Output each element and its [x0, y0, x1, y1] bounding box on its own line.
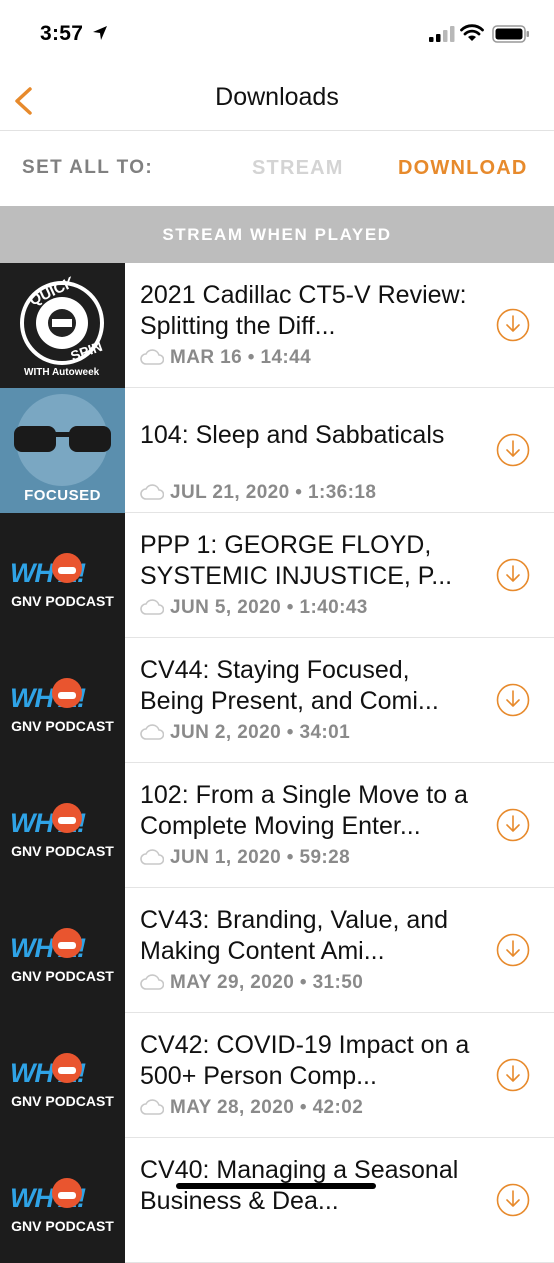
- episode-meta-text: JUN 1, 2020 • 59:28: [170, 847, 351, 868]
- artwork-name-text: FOCUSED: [24, 487, 101, 504]
- wifi-icon: [460, 24, 484, 41]
- artwork-name-text: GNV PODCAST: [11, 968, 114, 984]
- section-header: STREAM WHEN PLAYED: [0, 206, 554, 263]
- episode-meta: JUL 21, 2020 • 1:36:18: [140, 482, 376, 504]
- set-all-bar: SET ALL TO: STREAM DOWNLOAD: [0, 131, 554, 206]
- download-icon[interactable]: [496, 308, 530, 342]
- episode-meta-text: JUN 2, 2020 • 34:01: [170, 722, 351, 743]
- artwork-name-text: GNV PODCAST: [11, 718, 114, 734]
- episode-row[interactable]: WH A! GNV PODCAST CV44: Staying Focused,…: [0, 638, 554, 763]
- location-arrow-icon: [93, 26, 107, 40]
- download-icon[interactable]: [496, 933, 530, 967]
- episode-row[interactable]: WH A! GNV PODCAST CV42: COVID-19 Impact …: [0, 1013, 554, 1138]
- episode-row[interactable]: WH A! GNV PODCAST CV43: Branding, Value,…: [0, 888, 554, 1013]
- episode-title: 104: Sleep and Sabbaticals: [140, 421, 445, 449]
- episode-row[interactable]: WH A! GNV PODCAST CV40: Managing a Seaso…: [0, 1138, 554, 1263]
- download-icon[interactable]: [496, 1058, 530, 1092]
- episode-meta: MAY 29, 2020 • 31:50: [140, 972, 363, 994]
- face-icon: [52, 678, 82, 708]
- episode-row[interactable]: FOCUSED 104: Sleep and Sabbaticals JUL 2…: [0, 388, 554, 513]
- download-icon[interactable]: [496, 683, 530, 717]
- episode-title: CV42: COVID-19 Impact on a 500+ Person C…: [140, 1031, 470, 1090]
- page-title: Downloads: [215, 83, 339, 111]
- episode-row[interactable]: QUICK SPIN WITH Autoweek 2021 Cadillac C…: [0, 263, 554, 388]
- podcast-artwork: WH A! GNV PODCAST: [0, 1013, 125, 1138]
- status-time: 3:57: [40, 22, 84, 45]
- episode-title: 2021 Cadillac CT5-V Review: Splitting th…: [140, 281, 467, 340]
- episode-meta: JUN 5, 2020 • 1:40:43: [140, 597, 368, 619]
- podcast-artwork: WH A! GNV PODCAST: [0, 513, 125, 638]
- episode-title: PPP 1: GEORGE FLOYD, SYSTEMIC INJUSTICE,…: [140, 531, 453, 590]
- face-icon: [52, 803, 82, 833]
- podcast-artwork: FOCUSED: [0, 388, 125, 513]
- cellular-signal-icon: [429, 26, 455, 42]
- download-icon[interactable]: [496, 433, 530, 467]
- episode-title: CV43: Branding, Value, and Making Conten…: [140, 906, 449, 965]
- episode-meta: JUN 2, 2020 • 34:01: [140, 722, 350, 744]
- episode-meta-text: MAR 16 • 14:44: [170, 347, 312, 368]
- episode-meta: MAR 16 • 14:44: [140, 347, 311, 369]
- cloud-icon: [140, 349, 164, 365]
- episode-row[interactable]: WH A! GNV PODCAST 102: From a Single Mov…: [0, 763, 554, 888]
- cloud-icon: [140, 1099, 164, 1115]
- navigation-bar: Downloads: [0, 70, 554, 131]
- podcast-artwork: QUICK SPIN WITH Autoweek: [0, 263, 125, 388]
- episode-title: CV44: Staying Focused, Being Present, an…: [140, 656, 439, 715]
- podcast-artwork: WH A! GNV PODCAST: [0, 763, 125, 888]
- face-icon: [52, 553, 82, 583]
- episode-list: QUICK SPIN WITH Autoweek 2021 Cadillac C…: [0, 263, 554, 1263]
- episode-title: 102: From a Single Move to a Complete Mo…: [140, 781, 468, 840]
- episode-meta: MAY 28, 2020 • 42:02: [140, 1097, 363, 1119]
- cloud-icon: [140, 484, 164, 500]
- face-icon: [52, 1053, 82, 1083]
- stream-option-button[interactable]: STREAM: [252, 157, 344, 180]
- podcast-artwork: WH A! GNV PODCAST: [0, 638, 125, 763]
- home-indicator[interactable]: [176, 1183, 376, 1189]
- episode-meta-text: MAY 28, 2020 • 42:02: [170, 1097, 364, 1118]
- cloud-icon: [140, 599, 164, 615]
- face-icon: [52, 928, 82, 958]
- episode-row[interactable]: WH A! GNV PODCAST PPP 1: GEORGE FLOYD, S…: [0, 513, 554, 638]
- status-bar: 3:57: [0, 0, 554, 70]
- download-icon[interactable]: [496, 558, 530, 592]
- cloud-icon: [140, 974, 164, 990]
- episode-meta-text: MAY 29, 2020 • 31:50: [170, 972, 364, 993]
- download-icon[interactable]: [496, 808, 530, 842]
- artwork-name-text: GNV PODCAST: [11, 1093, 114, 1109]
- download-icon[interactable]: [496, 1183, 530, 1217]
- artwork-name-text: GNV PODCAST: [11, 593, 114, 609]
- artwork-name-text: GNV PODCAST: [11, 1218, 114, 1234]
- podcast-artwork: WH A! GNV PODCAST: [0, 888, 125, 1013]
- face-icon: [52, 1178, 82, 1208]
- episode-meta: JUN 1, 2020 • 59:28: [140, 847, 350, 869]
- download-option-button[interactable]: DOWNLOAD: [398, 157, 528, 180]
- cloud-icon: [140, 724, 164, 740]
- podcast-artwork: WH A! GNV PODCAST: [0, 1138, 125, 1263]
- episode-meta-text: JUN 5, 2020 • 1:40:43: [170, 597, 368, 618]
- artwork-brand-text: WITH Autoweek: [24, 367, 100, 378]
- episode-meta-text: JUL 21, 2020 • 1:36:18: [170, 482, 377, 503]
- cloud-icon: [140, 849, 164, 865]
- artwork-name-text: GNV PODCAST: [11, 843, 114, 859]
- set-all-label: SET ALL TO:: [22, 157, 154, 178]
- battery-icon: [492, 25, 529, 43]
